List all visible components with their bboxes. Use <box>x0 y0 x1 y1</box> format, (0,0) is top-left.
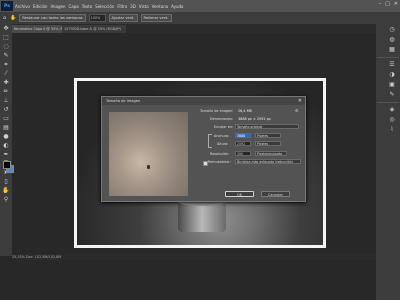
image-size-label: Tamaño de imagen: <box>200 109 234 113</box>
panel-divider <box>377 102 399 103</box>
channels-panel-icon[interactable]: ◎ <box>388 116 396 124</box>
home-icon[interactable]: ⌂ <box>3 15 6 21</box>
width-label: Anchura: <box>214 134 230 138</box>
document-tab-2[interactable]: 1579928-base & @ 25% (RGB/8*) <box>62 25 126 33</box>
document-tab-1[interactable]: Neumatico Capa 0 @ 33% (RGB/8)* <box>12 25 62 33</box>
tools-panel: ✥ ⬚ ◌ ✎ ⌗ ⁄ ✚ ✏ ⊥ ↺ ▭ ▤ ● ◐ ✒ T ➤ ▯ ✋ ⚲ <box>0 24 12 256</box>
dimensions-label: Dimensiones: <box>210 117 234 121</box>
shape-tool-icon[interactable]: ▯ <box>2 178 10 186</box>
adjustments-panel-icon[interactable]: ◑ <box>388 71 396 79</box>
resample-label: Remuestrear: <box>208 160 231 164</box>
width-unit-dropdown[interactable]: Píxeles <box>255 133 281 138</box>
menu-bar: Ps Archivo Edición Imagen Capa Texto Sel… <box>0 0 400 12</box>
ok-button[interactable]: OK <box>225 191 254 197</box>
resolution-input[interactable]: 300 <box>235 151 251 156</box>
marquee-tool-icon[interactable]: ⬚ <box>2 34 10 42</box>
dialog-title: Tamaño de imagen <box>102 97 305 105</box>
zoom-input[interactable]: 100% <box>88 14 106 22</box>
blur-tool-icon[interactable]: ● <box>2 133 10 141</box>
hand-tool-icon[interactable]: ✋ <box>2 187 10 195</box>
brush-tool-icon[interactable]: ✏ <box>2 88 10 96</box>
eraser-tool-icon[interactable]: ▭ <box>2 115 10 123</box>
pen-tool-icon[interactable]: ✒ <box>2 151 10 159</box>
height-input[interactable]: 2592 <box>235 141 251 146</box>
dialog-close-icon[interactable]: ✕ <box>298 97 302 105</box>
zoom-tool-icon[interactable]: ⚲ <box>2 196 10 204</box>
history-brush-icon[interactable]: ↺ <box>2 106 10 114</box>
menu-edicion[interactable]: Edición <box>33 4 47 9</box>
healing-tool-icon[interactable]: ✚ <box>2 79 10 87</box>
photoshop-logo: Ps <box>1 1 13 11</box>
properties-panel-icon[interactable]: ☰ <box>388 61 396 69</box>
panel-divider <box>377 57 399 58</box>
resolution-unit-dropdown[interactable]: Píxeles/pulgada <box>255 151 287 156</box>
menu-seleccion[interactable]: Selección <box>95 4 114 9</box>
image-size-value: 26,4 MB <box>238 109 252 113</box>
constrain-link-icon[interactable] <box>208 134 212 148</box>
maximize-button[interactable]: □ <box>385 1 390 7</box>
image-preview[interactable] <box>109 112 188 196</box>
dimensions-value: 3888 px × 2592 px <box>238 117 271 121</box>
menu-archivo[interactable]: Archivo <box>15 4 30 9</box>
history-panel-icon[interactable]: ◷ <box>388 26 396 34</box>
preview-detail <box>147 165 150 169</box>
lasso-tool-icon[interactable]: ◌ <box>2 43 10 51</box>
fit-to-dropdown[interactable]: Tamaño original <box>235 124 299 129</box>
layers-panel-icon[interactable]: ◈ <box>388 106 396 114</box>
foreground-color-swatch[interactable] <box>3 161 11 169</box>
menu-imagen[interactable]: Imagen <box>50 4 65 9</box>
cancel-button[interactable]: Cancelar <box>261 191 290 197</box>
menu-ventana[interactable]: Ventana <box>152 4 168 9</box>
dodge-tool-icon[interactable]: ◐ <box>2 142 10 150</box>
width-input[interactable]: 3888 <box>235 133 251 138</box>
settings-gear-icon[interactable]: ⚙ <box>295 108 299 113</box>
status-bar: 25,33% Doc: 102,8M/102,8M <box>12 254 376 260</box>
minimize-button[interactable]: – <box>379 1 382 7</box>
fit-to-label: Encajar en: <box>214 125 234 129</box>
color-panel-icon[interactable]: ◍ <box>388 36 396 44</box>
quick-select-tool-icon[interactable]: ✎ <box>2 52 10 60</box>
menu-filtro[interactable]: Filtro <box>117 4 127 9</box>
image-size-dialog: Tamaño de imagen ✕ Tamaño de imagen: 26,… <box>101 96 306 202</box>
menu-texto[interactable]: Texto <box>82 4 93 9</box>
gradient-tool-icon[interactable]: ▤ <box>2 124 10 132</box>
menu-vista[interactable]: Vista <box>139 4 149 9</box>
move-tool-icon[interactable]: ✥ <box>2 25 10 33</box>
options-bar: ⌂ ✋ Restaurar con todas las ventanas 100… <box>0 12 400 25</box>
libraries-panel-icon[interactable]: ▣ <box>388 81 396 89</box>
eyedropper-tool-icon[interactable]: ⁄ <box>2 70 10 78</box>
restore-all-windows-button[interactable]: Restaurar con todas las ventanas <box>19 14 86 22</box>
height-label: Altura: <box>217 142 229 146</box>
menu-ayuda[interactable]: Ayuda <box>171 4 183 9</box>
stamp-tool-icon[interactable]: ⊥ <box>2 97 10 105</box>
right-panel-dock: ◷ ◍ ▦ ☰ ◑ ▣ ✎ ◈ ◎ ⌇ <box>376 24 400 300</box>
resolution-label: Resolución: <box>210 152 230 156</box>
swatches-panel-icon[interactable]: ▦ <box>388 46 396 54</box>
menu-capa[interactable]: Capa <box>69 4 79 9</box>
fit-screen-button[interactable]: Ajustar vent. <box>108 14 138 22</box>
crop-tool-icon[interactable]: ⌗ <box>2 61 10 69</box>
close-window-button[interactable]: ✕ <box>394 1 398 7</box>
height-unit-dropdown[interactable]: Píxeles <box>255 141 281 146</box>
paths-panel-icon[interactable]: ⌇ <box>388 126 396 134</box>
menu-3d[interactable]: 3D <box>130 4 136 9</box>
hand-tool-icon[interactable]: ✋ <box>10 15 16 21</box>
window-controls: – □ ✕ <box>379 1 398 7</box>
fill-screen-button[interactable]: Rellenar vent. <box>140 14 172 22</box>
brush-settings-icon[interactable]: ✎ <box>388 91 396 99</box>
resample-method-dropdown[interactable]: Bicúbica más enfocada (reducción) <box>235 159 301 164</box>
photo-metal-cylinder <box>178 202 226 232</box>
